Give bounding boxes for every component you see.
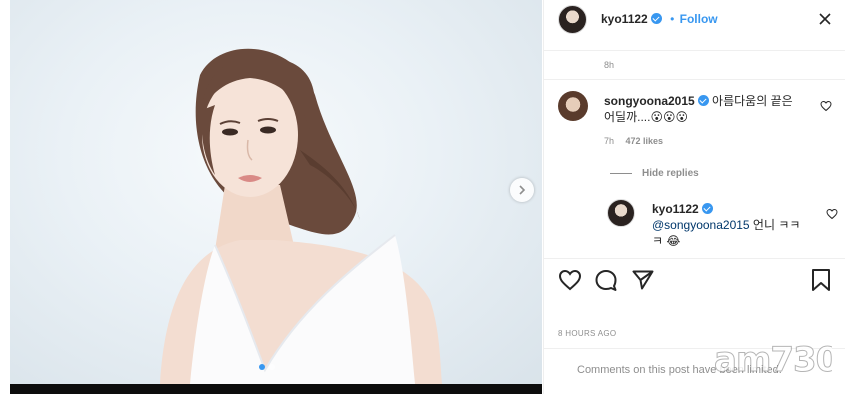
carousel-dot-2 — [269, 364, 275, 370]
header-divider — [544, 50, 845, 51]
hide-replies-button[interactable]: Hide replies — [610, 168, 699, 179]
heart-icon[interactable] — [820, 100, 832, 112]
carousel-dot-1 — [259, 364, 265, 370]
portrait-illustration — [160, 48, 442, 384]
verified-icon — [701, 203, 713, 214]
post-timestamp: 8 HOURS AGO — [558, 329, 617, 338]
photo-bottom-bar — [10, 384, 542, 394]
actions-divider — [544, 258, 845, 259]
commenter-avatar[interactable] — [558, 91, 588, 121]
comment-body: songyoona2015 아름다움의 끝은 어딜까....😮😮😮 — [604, 93, 804, 125]
hide-replies-line — [610, 173, 632, 174]
author-username[interactable]: kyo1122 — [601, 12, 648, 26]
reply-mention[interactable]: @songyoona2015 — [652, 218, 750, 232]
author-line: kyo1122 • Follow — [601, 12, 718, 26]
heart-icon[interactable] — [826, 208, 838, 220]
post-photo-pane — [0, 0, 542, 394]
hide-replies-label: Hide replies — [642, 168, 699, 179]
comment-likes[interactable]: 472 likes — [626, 136, 664, 146]
photo-left-margin — [0, 0, 10, 394]
next-photo-button[interactable] — [510, 178, 534, 202]
post-image[interactable] — [10, 0, 542, 384]
comment-time: 7h — [604, 136, 615, 146]
follow-button[interactable]: Follow — [680, 12, 718, 26]
replier-avatar[interactable] — [607, 199, 635, 227]
post-side-panel: kyo1122 • Follow 8h songyoona2015 아름다움의 … — [543, 0, 845, 394]
commenter-username[interactable]: songyoona2015 — [604, 94, 695, 108]
post-header: kyo1122 • Follow — [544, 0, 845, 50]
reply-body: kyo1122 @songyoona2015 언니 ㅋㅋㅋ 😂 — [652, 201, 802, 249]
separator-bullet: • — [670, 12, 675, 26]
am730-watermark-logo: am730 — [714, 340, 832, 379]
chevron-right-icon — [519, 185, 526, 195]
caption-time: 8h — [604, 60, 615, 70]
carousel-dots — [259, 364, 275, 370]
comment-icon[interactable] — [594, 268, 618, 292]
bookmark-icon[interactable] — [810, 268, 832, 292]
verified-icon — [650, 13, 662, 24]
caption-divider — [544, 79, 845, 80]
close-icon[interactable] — [818, 12, 832, 26]
replier-username[interactable]: kyo1122 — [652, 202, 699, 216]
heart-icon[interactable] — [558, 268, 582, 292]
verified-icon — [697, 95, 709, 106]
author-avatar[interactable] — [558, 5, 587, 34]
share-icon[interactable] — [631, 268, 655, 292]
action-bar — [544, 265, 845, 299]
watermark-text: am730 — [714, 340, 832, 378]
comment-meta: 7h 472 likes — [604, 136, 672, 146]
